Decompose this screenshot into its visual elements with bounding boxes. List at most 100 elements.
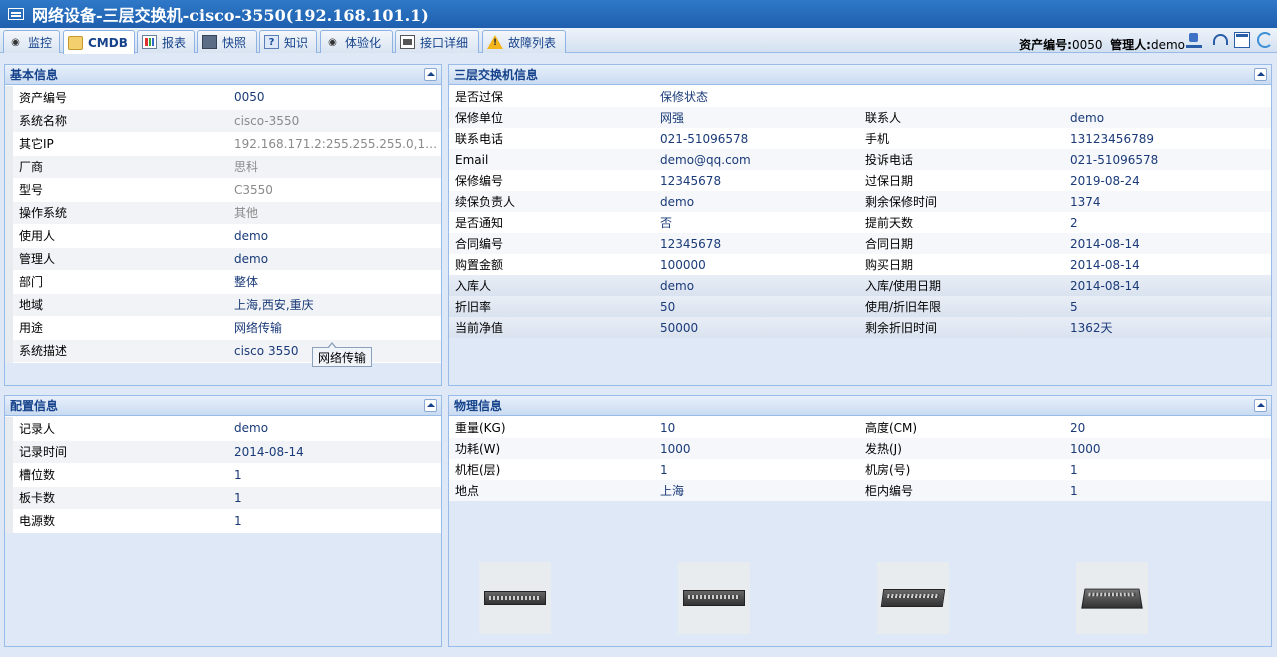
collapse-button[interactable] xyxy=(424,399,437,412)
table-row: 记录时间 2014-08-14 xyxy=(5,440,441,464)
table-row: 地点 上海 柜内编号 1 xyxy=(449,480,1271,501)
field-value: 2014-08-14 xyxy=(1070,278,1140,293)
snapshot-icon xyxy=(202,35,217,49)
tooltip: 网络传输 xyxy=(312,342,373,367)
tab-interface-detail[interactable]: 接口详细 xyxy=(395,30,479,53)
collapse-button[interactable] xyxy=(424,68,437,81)
table-row: 保修编号 12345678 过保日期 2019-08-24 xyxy=(449,170,1271,191)
field-label: 手机 xyxy=(865,132,890,146)
table-row: 是否过保 保修状态 xyxy=(449,86,1271,107)
undo-icon[interactable] xyxy=(1211,32,1228,48)
field-value: 1 xyxy=(228,509,441,533)
field-label: 槽位数 xyxy=(5,463,228,487)
field-value: 上海 xyxy=(660,484,685,498)
field-value: C3550 xyxy=(228,178,441,202)
window-title: 网络设备-三层交换机-cisco-3550(192.168.101.1) xyxy=(32,6,429,25)
switch-angle-image[interactable] xyxy=(877,562,949,634)
switch-info-panel: 三层交换机信息 是否过保 保修状态 保修单位 网强 联系人 demo 联系电话 021-510… xyxy=(448,64,1272,386)
switch-panel-image[interactable] xyxy=(678,562,750,634)
field-label: 提前天数 xyxy=(865,216,914,230)
config-info-panel: 配置信息 记录人 demo 记录时间 2014-08-14 槽位数 1 板卡数 1 电源数 1 xyxy=(4,395,442,647)
field-value: 0050 xyxy=(228,86,441,110)
field-value: 2014-08-14 xyxy=(1070,257,1140,272)
table-row: 厂商 思科 xyxy=(5,155,441,179)
table-row: 记录人 demo xyxy=(5,417,441,441)
field-value: 保修状态 xyxy=(660,90,709,104)
field-label: 记录人 xyxy=(5,417,228,441)
device-list-icon xyxy=(8,8,24,20)
table-row: 电源数 1 xyxy=(5,509,441,533)
field-label: 柜内编号 xyxy=(865,484,914,498)
table-row: 型号 C3550 xyxy=(5,178,441,202)
field-label: 其它IP xyxy=(5,132,228,156)
field-value: 1 xyxy=(660,462,668,477)
switch-chassis-image[interactable] xyxy=(1076,562,1148,634)
field-label: 入库/使用日期 xyxy=(865,279,942,293)
field-label: 电源数 xyxy=(5,509,228,533)
field-value: 1362天 xyxy=(1070,321,1113,335)
experience-icon: ◉ xyxy=(328,36,337,48)
field-value: 1 xyxy=(1070,483,1078,498)
field-label: 合同编号 xyxy=(455,237,504,251)
tab-snapshot[interactable]: 快照 xyxy=(197,30,257,53)
table-row: 机柜(层) 1 机房(号) 1 xyxy=(449,459,1271,480)
table-row: 部门 整体 xyxy=(5,270,441,294)
tab-monitor[interactable]: ◉ 监控 xyxy=(3,30,60,53)
table-row: 是否通知 否 提前天数 2 xyxy=(449,212,1271,233)
basic-info-panel: 基本信息 资产编号 0050 系统名称 cisco-3550 其它IP 192.168.1… xyxy=(4,64,442,386)
collapse-button[interactable] xyxy=(1254,68,1267,81)
field-label: 购买日期 xyxy=(865,258,914,272)
table-row: Email demo@qq.com 投诉电话 021-51096578 xyxy=(449,149,1271,170)
field-label: 发热(J) xyxy=(865,442,902,456)
basic-info-header: 基本信息 xyxy=(5,65,441,85)
field-label: 功耗(W) xyxy=(455,442,501,456)
field-value: demo xyxy=(1070,110,1105,125)
field-label: 剩余折旧时间 xyxy=(865,321,938,335)
field-value: 整体 xyxy=(228,270,441,294)
physical-info-table: 重量(KG) 10 高度(CM) 20 功耗(W) 1000 发热(J) 1000 机柜(层) 1… xyxy=(449,417,1271,501)
tab-fault-list[interactable]: 故障列表 xyxy=(482,30,566,53)
export-icon[interactable] xyxy=(1186,32,1202,48)
field-value: 1374 xyxy=(1070,194,1101,209)
field-value: 2014-08-14 xyxy=(228,440,441,464)
config-info-table: 记录人 demo 记录时间 2014-08-14 槽位数 1 板卡数 1 电源数 1 xyxy=(5,417,441,533)
field-value: demo xyxy=(228,417,441,441)
field-label: 系统描述 xyxy=(5,339,228,363)
tab-knowledge[interactable]: ? 知识 xyxy=(259,30,317,53)
field-value: 20 xyxy=(1070,420,1086,435)
tab-report[interactable]: 报表 xyxy=(137,30,195,53)
field-value: 50000 xyxy=(660,320,699,335)
table-row: 地域 上海,西安,重庆 xyxy=(5,293,441,317)
field-label: 厂商 xyxy=(5,155,228,179)
interface-icon xyxy=(400,35,415,49)
field-label: 过保日期 xyxy=(865,174,914,188)
field-value: 2019-08-24 xyxy=(1070,173,1140,188)
field-value: 5 xyxy=(1070,299,1078,314)
table-row: 用途 网络传输 xyxy=(5,316,441,340)
collapse-button[interactable] xyxy=(1254,399,1267,412)
field-value: cisco-3550 xyxy=(228,109,441,133)
tab-cmdb[interactable]: CMDB xyxy=(63,30,135,54)
window-icon[interactable] xyxy=(1234,32,1250,48)
field-label: 剩余保修时间 xyxy=(865,195,938,209)
physical-info-header: 物理信息 xyxy=(449,396,1271,416)
tab-experience[interactable]: ◉ 体验化 xyxy=(320,30,393,53)
table-row: 板卡数 1 xyxy=(5,486,441,510)
refresh-icon[interactable] xyxy=(1257,32,1273,48)
table-row: 折旧率 50 使用/折旧年限 5 xyxy=(449,296,1271,317)
field-label: 型号 xyxy=(5,178,228,202)
field-value: 10 xyxy=(660,420,676,435)
field-label: 地点 xyxy=(455,484,480,498)
field-label: 高度(CM) xyxy=(865,421,918,435)
field-value: demo xyxy=(660,278,695,293)
table-row: 购置金额 100000 购买日期 2014-08-14 xyxy=(449,254,1271,275)
field-label: 保修编号 xyxy=(455,174,504,188)
table-row: 续保负责人 demo 剩余保修时间 1374 xyxy=(449,191,1271,212)
field-value: 021-51096578 xyxy=(660,131,749,146)
table-row: 合同编号 12345678 合同日期 2014-08-14 xyxy=(449,233,1271,254)
switch-front-image[interactable] xyxy=(479,562,551,634)
table-row: 入库人 demo 入库/使用日期 2014-08-14 xyxy=(449,275,1271,296)
field-value: 12345678 xyxy=(660,236,722,251)
field-label: 是否通知 xyxy=(455,216,504,230)
title-bar: 网络设备-三层交换机-cisco-3550(192.168.101.1) xyxy=(0,0,1277,28)
